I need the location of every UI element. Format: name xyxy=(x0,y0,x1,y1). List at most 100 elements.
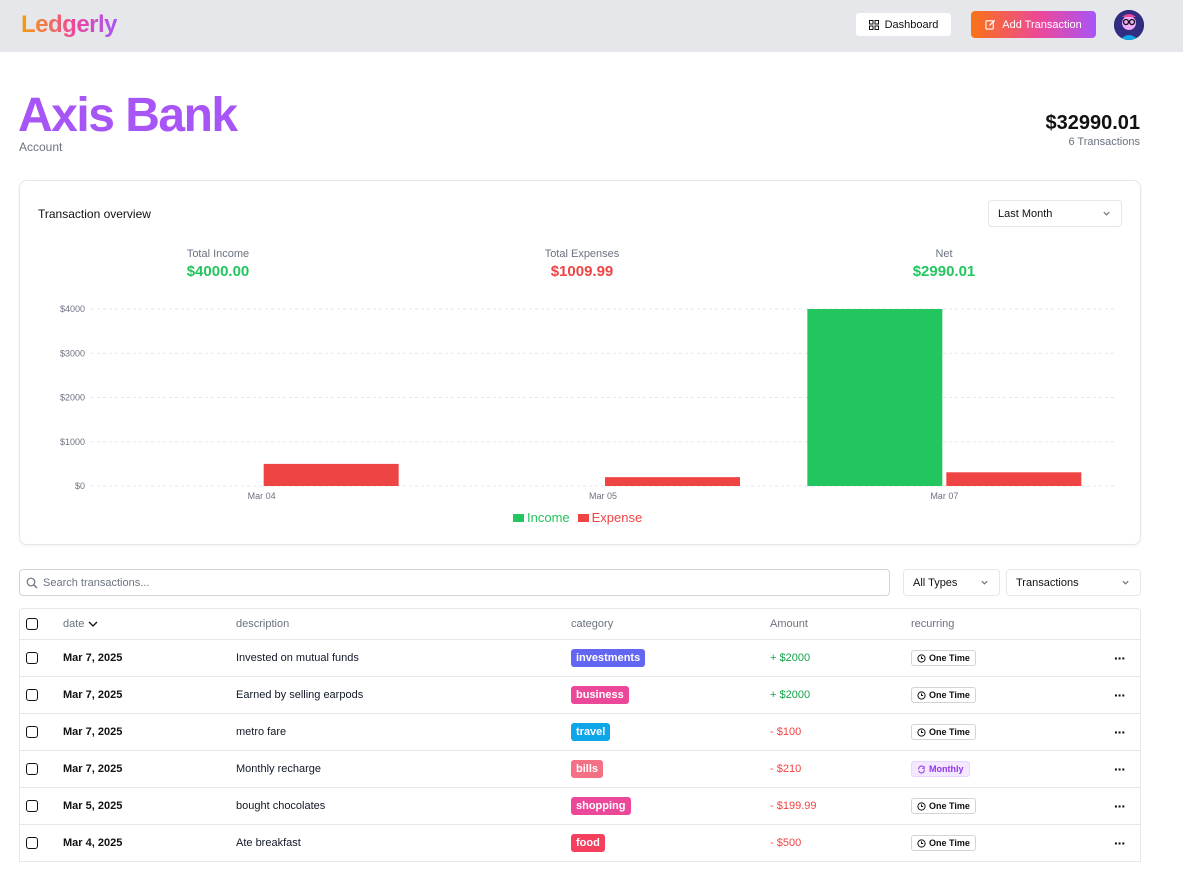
row-description: Earned by selling earpods xyxy=(236,689,364,701)
view-select[interactable]: Transactions xyxy=(1006,569,1141,596)
legend-expense-label: Expense xyxy=(591,510,643,525)
legend-income-label: Income xyxy=(527,510,570,525)
chevron-down-icon xyxy=(88,621,98,627)
avatar-image xyxy=(1114,10,1144,40)
row-checkbox[interactable] xyxy=(26,800,38,812)
recurring-label: One Time xyxy=(929,690,970,700)
row-description: bought chocolates xyxy=(236,800,326,812)
row-date: Mar 7, 2025 xyxy=(63,652,123,664)
row-actions-menu-icon[interactable]: ··· xyxy=(1114,687,1126,703)
y-tick-label: $0 xyxy=(75,481,85,491)
recurring-badge: One Time xyxy=(911,835,976,851)
dashboard-icon xyxy=(868,19,879,30)
clock-icon xyxy=(917,727,926,737)
table-row[interactable]: Mar 7, 2025 Invested on mutual funds inves… xyxy=(20,640,1140,677)
table-body: Mar 7, 2025 Invested on mutual funds inves… xyxy=(20,640,1140,862)
recurring-label: Monthly xyxy=(929,764,964,774)
clock-icon xyxy=(917,801,926,811)
y-tick-label: $1000 xyxy=(60,437,85,447)
category-badge: investments xyxy=(571,649,646,667)
dashboard-label: Dashboard xyxy=(884,18,939,31)
search-input[interactable] xyxy=(43,576,863,589)
search-box[interactable] xyxy=(19,569,890,596)
row-checkbox[interactable] xyxy=(26,763,38,775)
table-row[interactable]: Mar 7, 2025 Monthly recharge bills - $210 Mo… xyxy=(20,751,1140,788)
overview-bar-chart: $0 $1000 $2000 $3000 $4000 Mar 04 Mar 05 Mar 07 xyxy=(60,304,1115,501)
row-date: Mar 7, 2025 xyxy=(63,726,123,738)
table-row[interactable]: Mar 4, 2025 Ate breakfast food - $500 One Ti… xyxy=(20,825,1140,862)
date-column-header[interactable]: date xyxy=(63,609,99,639)
search-icon xyxy=(26,577,38,588)
table-row[interactable]: Mar 7, 2025 Earned by selling earpods busi… xyxy=(20,677,1140,714)
row-amount: - $100 xyxy=(770,726,802,738)
bar-income-2[interactable] xyxy=(807,309,943,486)
account-balance: $32990.01 xyxy=(1045,112,1140,134)
row-description: Ate breakfast xyxy=(236,837,301,849)
y-tick-label: $3000 xyxy=(60,348,85,358)
dashboard-button[interactable]: Dashboard xyxy=(855,12,952,37)
account-name: Axis Bank xyxy=(18,89,238,142)
chart-legend: Income Expense xyxy=(513,510,642,525)
row-amount: + $2000 xyxy=(770,689,811,701)
y-tick-label: $4000 xyxy=(60,304,85,314)
edit-icon xyxy=(985,19,996,30)
row-date: Mar 4, 2025 xyxy=(63,837,123,849)
bar-expense-0[interactable] xyxy=(263,463,399,486)
view-select-value: Transactions xyxy=(1016,576,1079,589)
category-badge: food xyxy=(571,834,605,852)
row-date: Mar 7, 2025 xyxy=(63,689,123,701)
y-tick-label: $2000 xyxy=(60,393,85,403)
row-actions-menu-icon[interactable]: ··· xyxy=(1114,650,1126,666)
legend-expense-swatch xyxy=(577,513,589,522)
row-description: Monthly recharge xyxy=(236,763,321,775)
legend-expense[interactable]: Expense xyxy=(577,510,643,525)
row-actions-menu-icon[interactable]: ··· xyxy=(1114,761,1126,777)
recurring-label: One Time xyxy=(929,727,970,737)
table-row[interactable]: Mar 7, 2025 metro fare travel - $100 One Tim… xyxy=(20,714,1140,751)
bar-expense-2[interactable] xyxy=(946,472,1082,486)
clock-icon xyxy=(917,838,926,848)
recurring-label: One Time xyxy=(929,653,970,663)
add-transaction-label: Add Transaction xyxy=(1002,18,1082,31)
amount-column-header: Amount xyxy=(770,618,808,630)
row-date: Mar 5, 2025 xyxy=(63,800,123,812)
recurring-badge: One Time xyxy=(911,798,976,814)
type-filter-select[interactable]: All Types xyxy=(903,569,1000,596)
type-filter-value: All Types xyxy=(913,576,958,589)
row-checkbox[interactable] xyxy=(26,726,38,738)
recurring-badge: One Time xyxy=(911,687,976,703)
table-row[interactable]: Mar 5, 2025 bought chocolates shopping - $1… xyxy=(20,788,1140,825)
transactions-table: date description category Amount recurri… xyxy=(19,608,1141,862)
add-transaction-button[interactable]: Add Transaction xyxy=(971,11,1096,38)
row-actions-menu-icon[interactable]: ··· xyxy=(1114,835,1126,851)
row-checkbox[interactable] xyxy=(26,689,38,701)
row-actions-menu-icon[interactable]: ··· xyxy=(1114,798,1126,814)
row-amount: - $199.99 xyxy=(770,800,817,812)
x-tick-label: Mar 04 xyxy=(248,491,276,501)
select-all-checkbox[interactable] xyxy=(26,618,38,630)
row-actions-menu-icon[interactable]: ··· xyxy=(1114,724,1126,740)
category-badge: shopping xyxy=(571,797,631,815)
row-amount: - $500 xyxy=(770,837,802,849)
row-description: Invested on mutual funds xyxy=(236,652,359,664)
row-checkbox[interactable] xyxy=(26,652,38,664)
category-badge: bills xyxy=(571,760,604,778)
date-header-label: date xyxy=(63,618,85,630)
legend-income[interactable]: Income xyxy=(513,510,570,525)
recurring-badge: One Time xyxy=(911,724,976,740)
chevron-down-icon xyxy=(1122,580,1129,585)
top-bar: Ledgerly Dashboard Add Transaction xyxy=(0,0,1183,52)
row-checkbox[interactable] xyxy=(26,837,38,849)
category-column-header: category xyxy=(571,618,614,630)
transaction-count: 6 Transactions xyxy=(1068,136,1140,148)
app-logo[interactable]: Ledgerly xyxy=(21,11,118,39)
repeat-icon xyxy=(918,765,925,773)
recurring-label: One Time xyxy=(929,801,970,811)
user-avatar[interactable] xyxy=(1114,10,1144,40)
row-amount: - $210 xyxy=(770,763,802,775)
bar-expense-1[interactable] xyxy=(605,477,740,486)
table-header-row: date description category Amount recurri… xyxy=(20,609,1140,640)
transaction-overview-card: Transaction overview Last Month Total In… xyxy=(19,180,1141,545)
clock-icon xyxy=(917,653,926,663)
description-column-header: description xyxy=(236,618,290,630)
